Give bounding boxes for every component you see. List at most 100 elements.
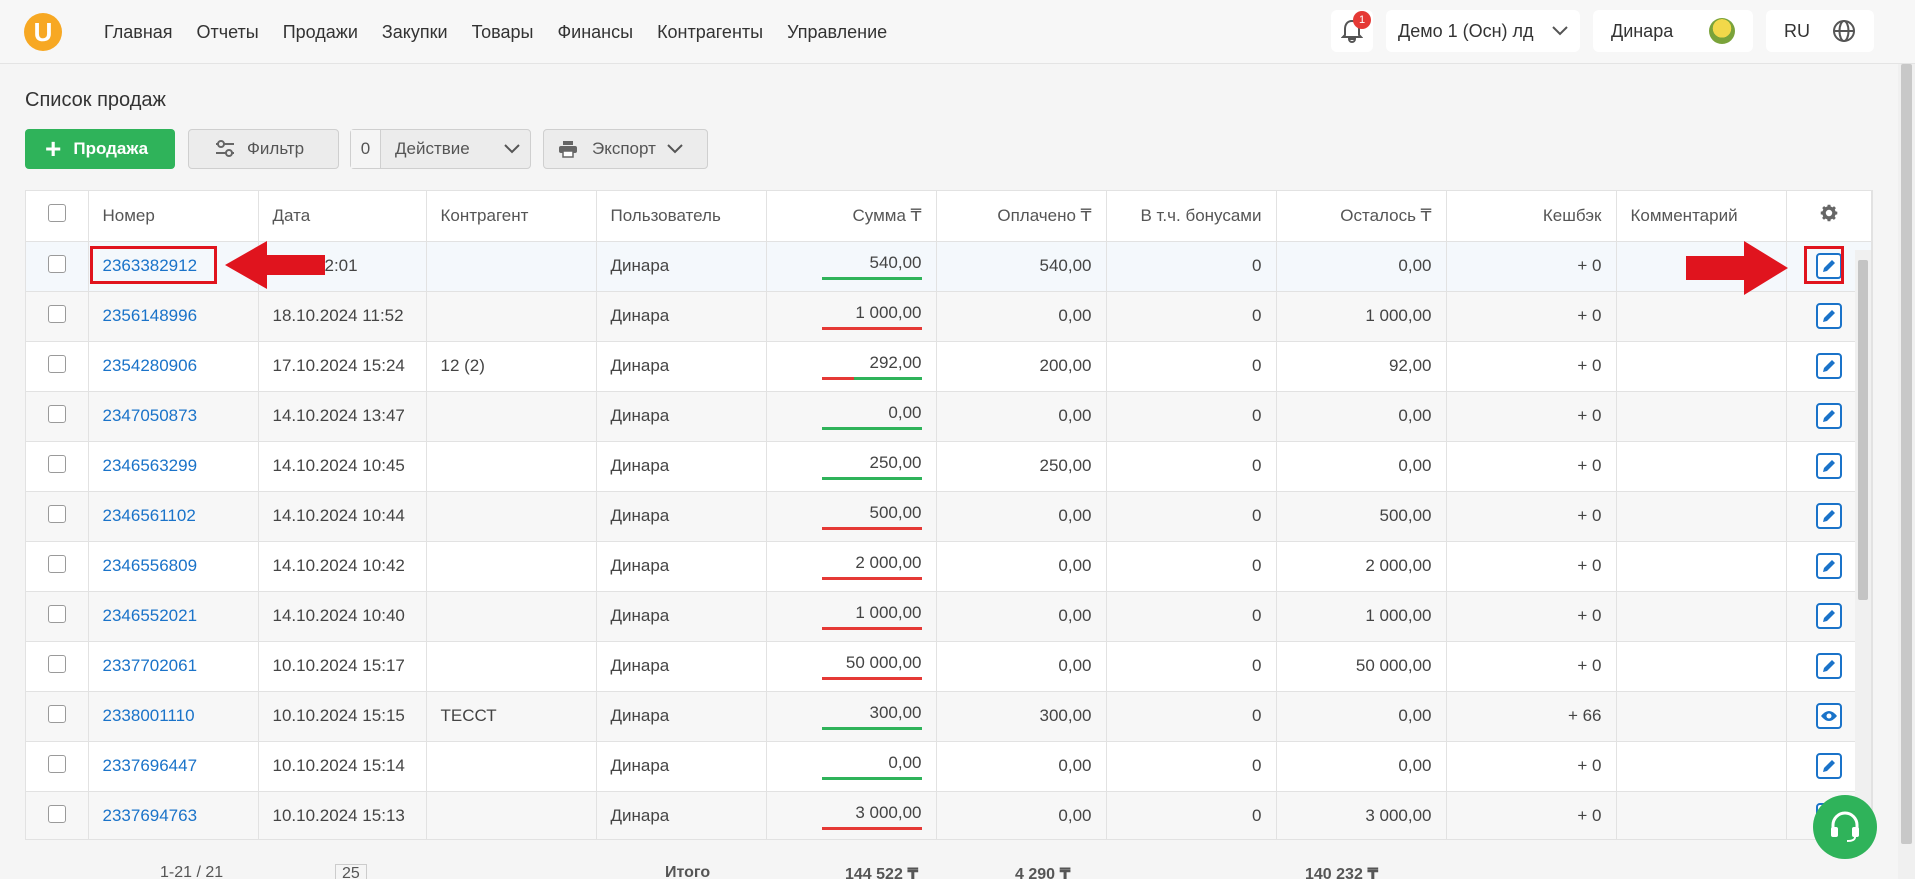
sale-number-link[interactable]: 2354280906	[103, 356, 198, 375]
edit-button[interactable]	[1815, 353, 1842, 379]
payment-progress-bar	[821, 326, 922, 330]
sale-bonus: 0	[1106, 391, 1277, 442]
sale-paid: 0,00	[936, 641, 1107, 692]
annotation-arrow-right-icon	[1686, 241, 1788, 295]
select-all-checkbox[interactable]	[47, 204, 66, 223]
row-checkbox[interactable]	[47, 654, 66, 673]
row-checkbox[interactable]	[47, 754, 66, 773]
column-header-bonus[interactable]: В т.ч. бонусами	[1106, 191, 1277, 242]
sale-user: Динара	[596, 441, 767, 492]
table-row[interactable]: 2346556809 14.10.2024 10:42 Динара 2 000…	[26, 541, 1872, 592]
sale-number-link[interactable]: 2346561102	[103, 506, 196, 525]
edit-button[interactable]	[1815, 453, 1842, 479]
new-sale-button[interactable]: + Продажа	[25, 129, 175, 169]
table-row[interactable]: 2346561102 14.10.2024 10:44 Динара 500,0…	[26, 491, 1872, 542]
column-header-comment[interactable]: Комментарий	[1616, 191, 1787, 242]
sale-number-link[interactable]: 2337694763	[103, 806, 198, 825]
row-checkbox[interactable]	[47, 804, 66, 823]
page-size-select[interactable]: 25	[335, 864, 367, 879]
edit-button[interactable]	[1815, 753, 1842, 779]
top-bar: U Главная Отчеты Продажи Закупки Товары …	[0, 0, 1915, 64]
table-row[interactable]: 2337702061 10.10.2024 15:17 Динара 50 00…	[26, 641, 1872, 692]
sale-date: 10.10.2024 15:17	[258, 641, 427, 692]
page-scrollbar[interactable]	[1898, 64, 1915, 879]
sale-number-link[interactable]: 2346556809	[103, 556, 198, 575]
app-logo[interactable]: U	[24, 13, 62, 51]
table-row[interactable]: 2354280906 17.10.2024 15:24 12 (2) Динар…	[26, 341, 1872, 392]
table-row[interactable]: 2337696447 10.10.2024 15:14 Динара 0,00 …	[26, 741, 1872, 792]
edit-button[interactable]	[1815, 653, 1842, 679]
company-select[interactable]: Демо 1 (Осн) лд	[1386, 10, 1580, 52]
table-footer: 1-21 / 21 25 Итого 144 522 ₸ 4 290 ₸ 140…	[25, 862, 1855, 879]
column-header-contractor[interactable]: Контрагент	[426, 191, 597, 242]
sale-comment	[1616, 641, 1787, 692]
edit-button[interactable]	[1815, 503, 1842, 529]
filter-button[interactable]: Фильтр	[188, 129, 339, 169]
sale-number-link[interactable]: 2356148996	[103, 306, 198, 325]
sale-contractor: ТЕССТ	[426, 691, 597, 742]
column-header-sum[interactable]: Сумма ₸	[766, 191, 937, 242]
row-checkbox[interactable]	[47, 254, 66, 273]
sale-comment	[1616, 341, 1787, 392]
nav-item-sales[interactable]: Продажи	[283, 22, 358, 43]
table-row[interactable]: 2346552021 14.10.2024 10:40 Динара 1 000…	[26, 591, 1872, 642]
column-header-date[interactable]: Дата	[258, 191, 427, 242]
language-button[interactable]: RU	[1766, 10, 1874, 52]
sale-number-link[interactable]: 2347050873	[103, 406, 198, 425]
nav-item-purchases[interactable]: Закупки	[382, 22, 448, 43]
table-row[interactable]: 2347050873 14.10.2024 13:47 Динара 0,00 …	[26, 391, 1872, 442]
column-settings-button[interactable]	[1786, 191, 1872, 242]
sale-date: 18.10.2024 11:52	[258, 291, 427, 342]
row-checkbox[interactable]	[47, 604, 66, 623]
sale-number-link[interactable]: 2338001110	[103, 706, 195, 725]
nav-item-home[interactable]: Главная	[104, 22, 173, 43]
column-header-cashback[interactable]: Кешбэк	[1446, 191, 1617, 242]
sale-number-link[interactable]: 2346552021	[103, 606, 198, 625]
export-dropdown[interactable]: Экспорт	[543, 129, 708, 169]
edit-button[interactable]	[1815, 603, 1842, 629]
sale-contractor	[426, 591, 597, 642]
sale-number-link[interactable]: 2346563299	[103, 456, 198, 475]
row-checkbox[interactable]	[47, 704, 66, 723]
sale-sum: 500,00	[869, 502, 922, 522]
row-checkbox[interactable]	[47, 304, 66, 323]
sale-user: Динара	[596, 241, 767, 292]
sale-comment	[1616, 791, 1787, 839]
row-checkbox[interactable]	[47, 554, 66, 573]
table-row[interactable]: 2356148996 18.10.2024 11:52 Динара 1 000…	[26, 291, 1872, 342]
edit-button[interactable]	[1815, 403, 1842, 429]
column-header-number[interactable]: Номер	[88, 191, 259, 242]
table-row[interactable]: 2338001110 10.10.2024 15:15 ТЕССТ Динара…	[26, 691, 1872, 742]
support-chat-button[interactable]	[1813, 795, 1877, 859]
nav-item-management[interactable]: Управление	[787, 22, 887, 43]
sale-number-link[interactable]: 2337702061	[103, 656, 198, 675]
nav-item-finance[interactable]: Финансы	[557, 22, 633, 43]
sale-cashback: + 0	[1446, 741, 1617, 792]
view-button[interactable]	[1815, 703, 1842, 729]
user-menu-button[interactable]: Динара	[1593, 10, 1753, 52]
edit-button[interactable]	[1815, 553, 1842, 579]
table-scrollbar[interactable]	[1855, 250, 1871, 840]
sale-number-link[interactable]: 2337696447	[103, 756, 198, 775]
column-header-user[interactable]: Пользователь	[596, 191, 767, 242]
row-checkbox[interactable]	[47, 354, 66, 373]
column-header-paid[interactable]: Оплачено ₸	[936, 191, 1107, 242]
table-scroll-thumb[interactable]	[1858, 260, 1868, 600]
row-checkbox[interactable]	[47, 504, 66, 523]
edit-button[interactable]	[1815, 303, 1842, 329]
sale-cashback: + 0	[1446, 291, 1617, 342]
action-dropdown[interactable]: 0 Действие	[350, 129, 531, 169]
table-row[interactable]: 2346563299 14.10.2024 10:45 Динара 250,0…	[26, 441, 1872, 492]
row-checkbox[interactable]	[47, 454, 66, 473]
page-scroll-thumb[interactable]	[1901, 64, 1912, 844]
sale-cashback: + 0	[1446, 791, 1617, 839]
nav-item-contractors[interactable]: Контрагенты	[657, 22, 763, 43]
row-checkbox[interactable]	[47, 404, 66, 423]
table-row[interactable]: 2337694763 10.10.2024 15:13 Динара 3 000…	[26, 791, 1872, 839]
nav-item-reports[interactable]: Отчеты	[197, 22, 259, 43]
payment-progress-bar	[821, 376, 922, 380]
sale-date: 14.10.2024 13:47	[258, 391, 427, 442]
nav-item-products[interactable]: Товары	[472, 22, 534, 43]
notifications-button[interactable]: 1	[1331, 10, 1373, 52]
column-header-left[interactable]: Осталось ₸	[1276, 191, 1447, 242]
